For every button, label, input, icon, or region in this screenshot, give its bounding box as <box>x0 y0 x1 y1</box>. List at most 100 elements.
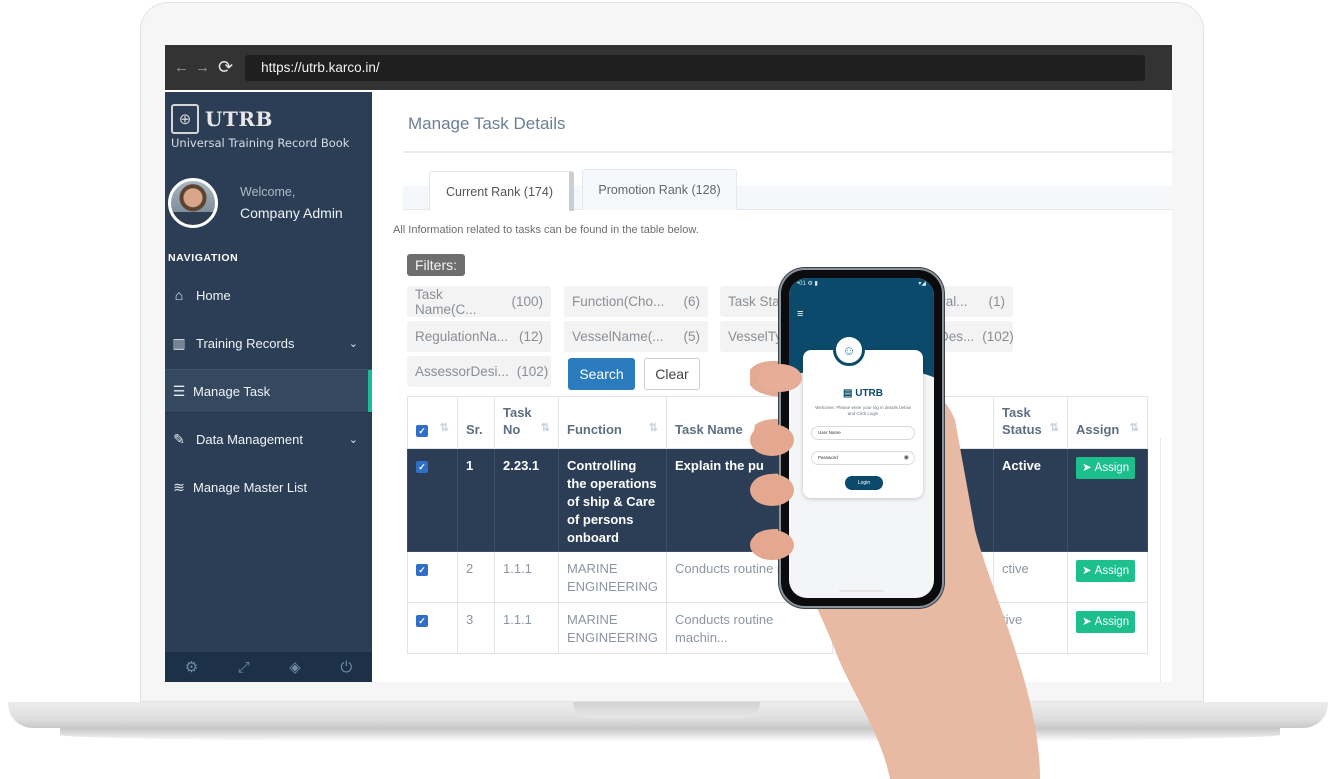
phone-app-logo: ▤ UTRB <box>803 388 923 399</box>
row-checkbox[interactable]: ✓ <box>416 564 428 576</box>
nav-heading: NAVIGATION <box>168 252 239 264</box>
filter-assessor-designation[interactable]: AssessorDesi... (102) <box>407 356 551 387</box>
filter-label: VesselName(... <box>572 329 664 344</box>
filter-label: Function(Cho... <box>572 294 665 309</box>
gear-icon[interactable]: ⚙ <box>185 658 198 676</box>
tab-promotion-rank[interactable]: Promotion Rank (128) <box>582 169 737 210</box>
browser-toolbar: ← → ⟳ https://utrb.karco.in/ <box>165 45 1172 90</box>
forward-icon[interactable]: → <box>195 59 210 76</box>
brand-name: UTRB <box>205 107 273 131</box>
fullscreen-icon[interactable]: ⤢ <box>238 659 250 676</box>
filter-vessel-name[interactable]: VesselName(... (5) <box>564 321 708 352</box>
user-profile: Welcome, Company Admin <box>168 178 343 228</box>
username-field[interactable]: User Name <box>811 426 915 440</box>
status-right: ▾◢ <box>918 281 926 287</box>
sidebar-item-label: Training Records <box>196 335 295 351</box>
sidebar-item-data-management[interactable]: ✎ Data Management ⌄ <box>165 417 372 461</box>
search-button[interactable]: Search <box>568 358 635 390</box>
header-function[interactable]: Function ⇅ <box>557 396 668 449</box>
filter-count: (5) <box>683 329 701 344</box>
sort-icon[interactable]: ⇅ <box>541 420 550 437</box>
filter-function[interactable]: Function(Cho... (6) <box>564 286 708 317</box>
filters-label: Filters: <box>407 254 465 276</box>
assign-button[interactable]: ➤ Assign <box>1076 560 1136 582</box>
sidebar-item-training-records[interactable]: ▥ Training Records ⌄ <box>165 321 372 365</box>
cell-assign: ➤ Assign <box>1067 551 1149 603</box>
header-assign[interactable]: Assign ⇅ <box>1067 396 1149 449</box>
filter-count: (1) <box>988 294 1006 309</box>
assign-button[interactable]: ➤ Assign <box>1076 611 1136 633</box>
sort-icon[interactable]: ⇅ <box>440 420 449 437</box>
filter-task-name[interactable]: Task Name(C... (100) <box>407 286 551 317</box>
row-checkbox[interactable]: ✓ <box>416 615 428 627</box>
sort-icon[interactable]: ⇅ <box>1130 420 1139 437</box>
cell-assign: ➤ Assign <box>1067 602 1149 654</box>
user-name: Company Admin <box>240 205 343 221</box>
thumb-image <box>750 364 802 560</box>
tab-current-rank[interactable]: Current Rank (174) <box>429 171 574 211</box>
password-field[interactable]: Password ◉ <box>811 451 915 465</box>
sort-icon[interactable]: ⇅ <box>649 420 658 437</box>
sidebar-item-home[interactable]: ⌂ Home <box>165 273 372 317</box>
select-all-checkbox[interactable]: ✓ <box>416 425 428 437</box>
back-icon[interactable]: ← <box>174 59 189 76</box>
header-task-no[interactable]: Task No ⇅ <box>494 396 559 449</box>
cell-sr: 3 <box>457 602 495 654</box>
cell-task-no: 1.1.1 <box>494 551 559 603</box>
tasks-icon: ☰ <box>172 382 186 399</box>
phone-screen: •01 ⚙ ▮ ▾◢ ≡ ▤ UTRB Welcome, Please ente… <box>789 278 934 598</box>
select-all-header[interactable]: ✓ ⇅ <box>407 396 458 449</box>
header-sr: Sr. <box>457 396 495 449</box>
avatar[interactable] <box>168 178 218 228</box>
header-label: Task No <box>503 405 532 437</box>
sailor-avatar-icon: ☺ <box>833 334 865 366</box>
sidebar-item-manage-master-list[interactable]: ≋ Manage Master List <box>165 465 372 509</box>
login-card: ▤ UTRB Welcome, Please enter your log in… <box>803 350 923 498</box>
power-icon[interactable]: ⏻ <box>340 659 352 676</box>
filter-label: Task Name(C... <box>415 286 477 317</box>
clear-button[interactable]: Clear <box>644 358 700 390</box>
home-icon: ⌂ <box>174 287 184 303</box>
cell-sr: 2 <box>457 551 495 603</box>
row-checkbox-cell[interactable]: ✓ <box>407 551 458 603</box>
eye-slash-icon[interactable]: ◈ <box>289 658 301 676</box>
row-checkbox-cell[interactable]: ✓ <box>407 602 458 654</box>
assign-label: Assign <box>1094 565 1130 577</box>
filter-regulation-name[interactable]: RegulationNa... (12) <box>407 321 551 352</box>
url-bar[interactable]: https://utrb.karco.in/ <box>245 54 1146 81</box>
brand-subtitle: Universal Training Record Book <box>171 136 350 150</box>
paper-plane-icon: ➤ <box>1082 616 1092 628</box>
row-checkbox[interactable]: ✓ <box>416 461 428 473</box>
filter-count: (12) <box>518 329 543 344</box>
info-text: All Information related to tasks can be … <box>393 224 699 236</box>
cell-function: MARINE ENGINEERING <box>557 551 668 603</box>
right-panel-edge <box>1160 438 1172 682</box>
login-instructions: Welcome, Please enter your log in detail… <box>815 405 911 416</box>
sidebar: ⊕ UTRB Universal Training Record Book We… <box>165 92 372 682</box>
hamburger-menu-icon[interactable]: ≡ <box>797 308 803 320</box>
sort-icon[interactable]: ⇅ <box>1050 420 1059 437</box>
header-label: Assign <box>1076 422 1120 437</box>
home-indicator <box>839 590 884 592</box>
sidebar-item-manage-task[interactable]: ☰ Manage Task <box>165 369 372 413</box>
paper-plane-icon: ➤ <box>1082 565 1092 577</box>
cell-sr: 1 <box>457 448 495 552</box>
filter-count: (6) <box>683 294 701 309</box>
row-checkbox-cell[interactable]: ✓ <box>407 448 458 552</box>
assign-label: Assign <box>1094 616 1130 628</box>
filter-label: RegulationNa... <box>415 329 509 344</box>
bar-chart-icon: ▥ <box>172 334 186 351</box>
reload-icon[interactable]: ⟳ <box>218 57 233 78</box>
cell-task-no: 1.1.1 <box>494 602 559 654</box>
book-icon: ▤ <box>842 388 856 399</box>
sidebar-footer: ⚙ ⤢ ◈ ⏻ <box>165 652 372 682</box>
cell-task-no: 2.23.1 <box>494 448 559 552</box>
login-button[interactable]: Login <box>845 476 883 490</box>
password-placeholder: Password <box>818 455 838 460</box>
assign-button[interactable]: ➤ Assign <box>1076 457 1136 479</box>
paper-plane-icon: ➤ <box>1082 462 1092 474</box>
cell-function: MARINE ENGINEERING <box>557 602 668 654</box>
divider <box>403 151 1172 153</box>
eye-icon[interactable]: ◉ <box>904 452 909 464</box>
database-icon: ≋ <box>173 478 185 495</box>
